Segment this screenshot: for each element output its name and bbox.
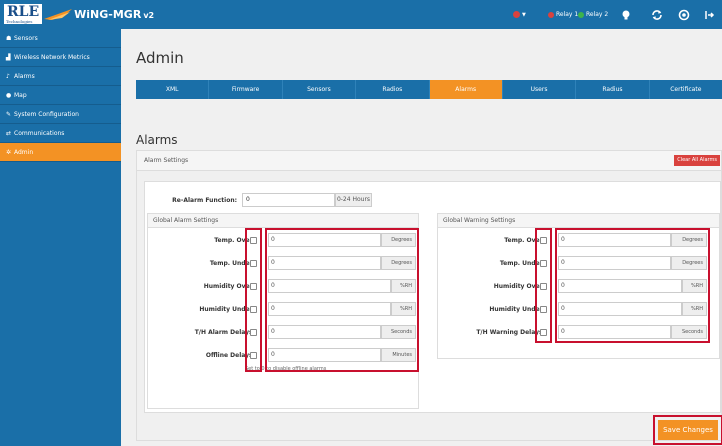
re-alarm-input[interactable]: 0 xyxy=(242,193,335,207)
lightbulb-icon[interactable] xyxy=(620,9,632,21)
sensors-icon: ☗ xyxy=(6,35,12,42)
map-pin-icon: ● xyxy=(6,92,12,99)
alert-dot-icon xyxy=(513,11,520,18)
admin-tabs: XML Firmware Sensors Radios Alarms Users… xyxy=(136,80,722,99)
sidebar-item-alarms[interactable]: ♪ Alarms xyxy=(0,67,121,86)
alarm-temp-over-label: Temp. Over: xyxy=(214,237,255,244)
warning-checkbox-highlight xyxy=(535,228,552,343)
relay-1-status: Relay 1 xyxy=(548,0,578,29)
alarm-th-delays-label: T/H Alarm Delays: xyxy=(194,329,255,336)
tab-sensors[interactable]: Sensors xyxy=(283,80,357,99)
gears-icon: ✲ xyxy=(6,149,12,156)
main-content: Admin XML Firmware Sensors Radios Alarms… xyxy=(121,29,722,446)
warning-temp-over-label: Temp. Over: xyxy=(504,237,545,244)
warning-humidity-under-label: Humidity Under: xyxy=(489,306,545,313)
tab-firmware[interactable]: Firmware xyxy=(209,80,283,99)
exchange-icon: ⇄ xyxy=(6,130,12,137)
sign-out-icon[interactable] xyxy=(703,9,715,21)
help-lifebuoy-icon[interactable] xyxy=(678,9,690,21)
chevron-down-icon: ▼ xyxy=(522,11,526,18)
sidebar-item-system-configuration[interactable]: ✎ System Configuration xyxy=(0,105,121,124)
alert-dropdown[interactable]: ▼ xyxy=(513,0,526,29)
tab-xml[interactable]: XML xyxy=(136,80,210,99)
alarm-input-highlight xyxy=(265,228,419,372)
relay-2-status: Relay 2 xyxy=(578,0,608,29)
sidebar-item-communications[interactable]: ⇄ Communications xyxy=(0,124,121,143)
relay-2-dot-icon xyxy=(578,11,584,18)
tab-alarms[interactable]: Alarms xyxy=(429,80,503,99)
global-alarm-settings-title: Global Alarm Settings xyxy=(148,214,418,228)
tab-radius[interactable]: Radius xyxy=(576,80,650,99)
bar-chart-icon: ▟ xyxy=(6,54,11,61)
warning-input-highlight xyxy=(555,228,710,343)
logo[interactable]: RLE Technologies WiNG-MGR v2 xyxy=(4,3,154,25)
tab-radios[interactable]: Radios xyxy=(356,80,430,99)
alarm-temp-under-label: Temp. Under: xyxy=(209,260,255,267)
save-changes-button[interactable]: Save Changes xyxy=(658,420,718,440)
alarm-offline-delays-label: Offline Delays: xyxy=(205,352,255,359)
re-alarm-unit: 0-24 Hours xyxy=(335,193,372,207)
alarm-settings-card: Re-Alarm Function: 0 0-24 Hours Global A… xyxy=(144,181,721,413)
product-name: WiNG-MGR v2 xyxy=(74,7,155,21)
tab-users[interactable]: Users xyxy=(503,80,577,99)
wrench-icon: ✎ xyxy=(6,111,12,118)
sidebar-item-admin[interactable]: ✲ Admin xyxy=(0,143,121,162)
alarm-checkbox-highlight xyxy=(245,228,262,372)
save-changes-highlight: Save Changes xyxy=(653,415,722,445)
re-alarm-label: Re-Alarm Function: xyxy=(172,197,237,204)
warning-th-delays-label: T/H Warning Delays: xyxy=(476,329,545,336)
sidebar-item-map[interactable]: ● Map xyxy=(0,86,121,105)
top-bar: RLE Technologies WiNG-MGR v2 ▼ Relay 1 Re… xyxy=(0,0,722,29)
warning-temp-under-label: Temp. Under: xyxy=(499,260,545,267)
alarm-humidity-over-label: Humidity Over: xyxy=(203,283,255,290)
alarm-settings-header: Alarm Settings Clear All Alarms xyxy=(136,150,722,171)
clear-all-alarms-button[interactable]: Clear All Alarms xyxy=(674,155,720,166)
section-title: Alarms xyxy=(136,133,178,147)
alarm-settings-panel: Re-Alarm Function: 0 0-24 Hours Global A… xyxy=(136,171,722,441)
sidebar-item-wireless-network-metrics[interactable]: ▟ Wireless Network Metrics xyxy=(0,48,121,67)
alarm-humidity-under-label: Humidity Under: xyxy=(199,306,255,313)
page-title: Admin xyxy=(136,49,184,67)
sidebar-item-sensors[interactable]: ☗ Sensors xyxy=(0,29,121,48)
sidebar: ☗ Sensors ▟ Wireless Network Metrics ♪ Alar… xyxy=(0,29,121,446)
global-warning-settings-title: Global Warning Settings xyxy=(438,214,719,228)
wing-logo-icon xyxy=(44,9,73,20)
relay-1-dot-icon xyxy=(548,11,554,18)
bell-icon: ♪ xyxy=(6,73,10,80)
logo-rle: RLE Technologies xyxy=(4,4,43,24)
refresh-icon[interactable] xyxy=(651,9,663,21)
tab-certificate[interactable]: Certificate xyxy=(650,80,722,99)
warning-humidity-over-label: Humidity Over: xyxy=(493,283,545,290)
